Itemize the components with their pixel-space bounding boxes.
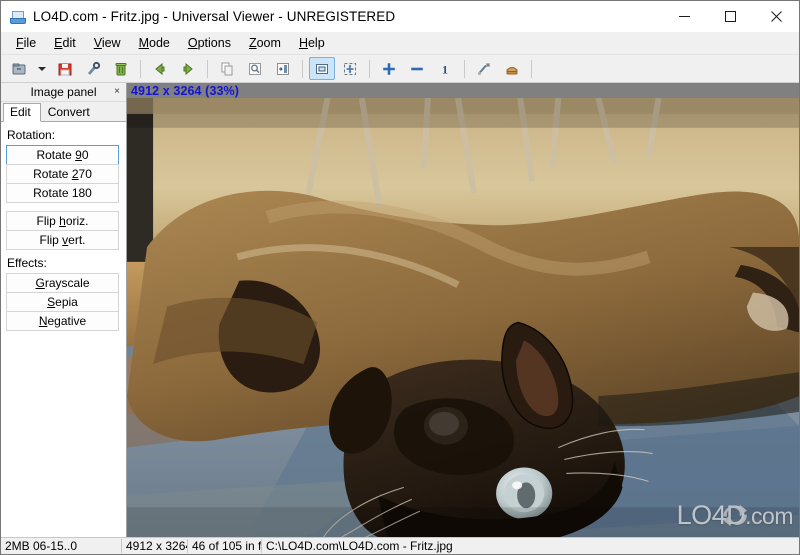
image-info-bar: 4912 x 3264 (33%) — [127, 83, 799, 98]
zoom-in-icon[interactable] — [376, 57, 402, 80]
configure-icon[interactable] — [471, 57, 497, 80]
dropdown-arrow-icon[interactable] — [34, 57, 50, 80]
application-window: LO4D.com - Fritz.jpg - Universal Viewer … — [0, 0, 800, 555]
sepia-button[interactable]: Sepia — [6, 292, 119, 312]
toolbar-separator — [207, 60, 208, 78]
print-icon[interactable] — [499, 57, 525, 80]
menu-file-rest: ile — [24, 36, 37, 50]
menu-bar: File Edit View Mode Options Zoom Help — [1, 33, 799, 55]
image-panel-sidebar: Image panel × Edit Convert Rotation: Rot… — [1, 83, 127, 537]
menu-zoom-rest: oom — [257, 36, 281, 50]
actual-size-icon[interactable]: 1 — [432, 57, 458, 80]
menu-edit[interactable]: Edit — [45, 34, 85, 53]
window-title: LO4D.com - Fritz.jpg - Universal Viewer … — [33, 9, 395, 24]
effects-label: Effects: — [7, 256, 121, 270]
status-index: 46 of 105 in fc — [187, 539, 261, 553]
negative-button[interactable]: Negative — [6, 311, 119, 331]
cat-photo — [127, 98, 799, 537]
menu-options[interactable]: Options — [179, 34, 240, 53]
menu-mode-rest: ode — [149, 36, 170, 50]
minimize-button[interactable] — [661, 1, 707, 32]
main-content: Image panel × Edit Convert Rotation: Rot… — [1, 83, 799, 537]
rotate-270-button[interactable]: Rotate 270 — [6, 164, 119, 184]
delete-trash-icon[interactable] — [108, 57, 134, 80]
status-file-size: 2MB 06-15..0 — [1, 539, 121, 553]
menu-help-rest: elp — [308, 36, 325, 50]
toolbar-separator — [464, 60, 465, 78]
window-controls — [661, 1, 799, 32]
close-button[interactable] — [753, 1, 799, 32]
next-arrow-icon[interactable] — [175, 57, 201, 80]
zoom-out-icon[interactable] — [404, 57, 430, 80]
copy-icon[interactable] — [214, 57, 240, 80]
rotate-180-button[interactable]: Rotate 180 — [6, 183, 119, 203]
toolbar-separator — [302, 60, 303, 78]
tab-edit[interactable]: Edit — [3, 103, 41, 122]
image-canvas[interactable]: LO4D.com — [127, 98, 799, 537]
plugins-icon[interactable] — [80, 57, 106, 80]
image-dimensions-zoom: 4912 x 3264 (33%) — [131, 84, 239, 98]
flip-horizontal-button[interactable]: Flip horiz. — [6, 211, 119, 231]
menu-mode[interactable]: Mode — [130, 34, 179, 53]
image-panel-icon[interactable] — [270, 57, 296, 80]
fullscreen-icon[interactable] — [337, 57, 363, 80]
rotate-90-button[interactable]: Rotate 90 — [6, 145, 119, 165]
toolbar-separator — [531, 60, 532, 78]
menu-edit-rest: dit — [63, 36, 76, 50]
previous-arrow-icon[interactable] — [147, 57, 173, 80]
menu-options-rest: ptions — [198, 36, 231, 50]
grayscale-button[interactable]: Grayscale — [6, 273, 119, 293]
panel-close-icon[interactable]: × — [114, 85, 120, 99]
maximize-button[interactable] — [707, 1, 753, 32]
save-icon[interactable] — [52, 57, 78, 80]
panel-header: Image panel × — [1, 83, 126, 102]
menu-view-rest: iew — [102, 36, 121, 50]
flip-vertical-button[interactable]: Flip vert. — [6, 230, 119, 250]
tab-convert[interactable]: Convert — [41, 103, 100, 121]
rotation-label: Rotation: — [7, 128, 121, 142]
title-bar: LO4D.com - Fritz.jpg - Universal Viewer … — [1, 1, 799, 33]
panel-tabs: Edit Convert — [1, 102, 126, 122]
status-path: C:\LO4D.com\LO4D.com - Fritz.jpg — [261, 539, 799, 553]
toolbar-separator — [369, 60, 370, 78]
open-folder-icon[interactable] — [6, 57, 32, 80]
toolbar-separator — [140, 60, 141, 78]
find-icon[interactable] — [242, 57, 268, 80]
menu-help[interactable]: Help — [290, 34, 334, 53]
menu-zoom[interactable]: Zoom — [240, 34, 290, 53]
svg-text:1: 1 — [442, 62, 448, 76]
status-bar: 2MB 06-15..0 4912 x 3264 46 of 105 in fc… — [1, 537, 799, 554]
image-viewer: 4912 x 3264 (33%) — [127, 83, 799, 537]
app-window-icon — [10, 9, 26, 25]
menu-file[interactable]: File — [7, 34, 45, 53]
fit-to-window-icon[interactable] — [309, 57, 335, 80]
panel-body: Rotation: Rotate 90 Rotate 270 Rotate 18… — [1, 122, 126, 537]
menu-view[interactable]: View — [85, 34, 130, 53]
status-dimensions: 4912 x 3264 — [121, 539, 187, 553]
panel-title: Image panel — [30, 85, 96, 99]
toolbar: 1 — [1, 55, 799, 83]
